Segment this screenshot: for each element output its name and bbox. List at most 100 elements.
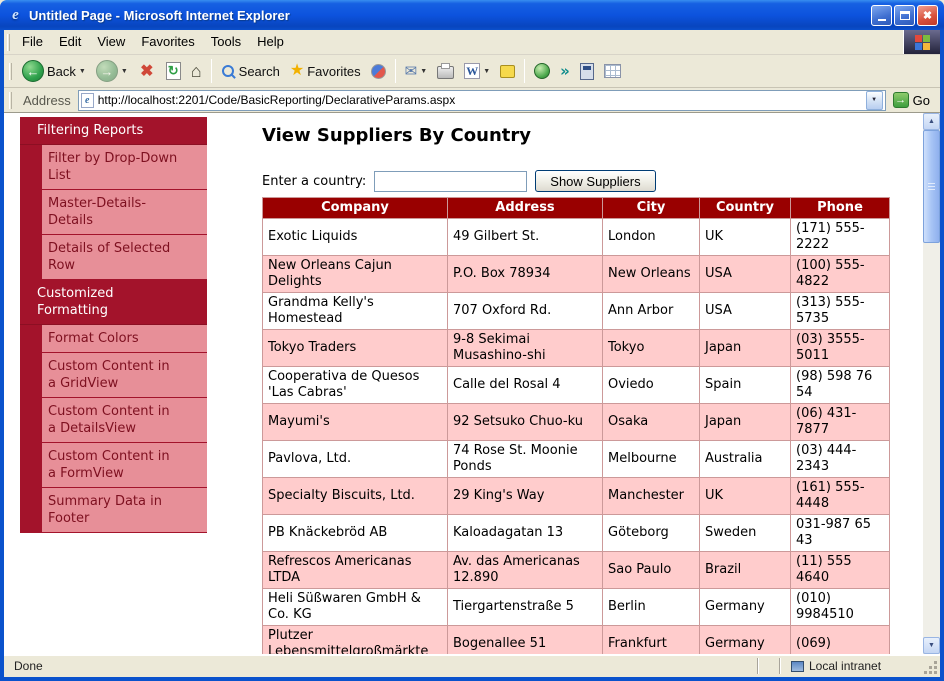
arrows-addon-button[interactable]: » bbox=[556, 62, 574, 81]
home-button[interactable]: ⌂ bbox=[187, 60, 206, 82]
table-row: Grandma Kelly's Homestead707 Oxford Rd.A… bbox=[263, 293, 890, 330]
table-cell: Bogenallee 51 bbox=[448, 626, 603, 655]
edit-button[interactable]: W ▼ bbox=[460, 61, 494, 81]
go-label: Go bbox=[913, 93, 930, 108]
sidebar-item[interactable]: Summary Data in Footer bbox=[20, 488, 207, 533]
minimize-button[interactable] bbox=[871, 5, 892, 26]
sidebar-item[interactable]: Details of Selected Row bbox=[20, 235, 207, 280]
stop-button[interactable]: ✖ bbox=[134, 59, 160, 83]
menu-item-help[interactable]: Help bbox=[249, 31, 292, 52]
country-input[interactable] bbox=[374, 171, 527, 192]
close-button[interactable]: ✖ bbox=[917, 5, 938, 26]
media-button[interactable] bbox=[367, 62, 390, 81]
mail-dropdown-icon[interactable]: ▼ bbox=[420, 68, 427, 75]
favorites-label: Favorites bbox=[307, 64, 360, 79]
go-button[interactable]: → Go bbox=[890, 92, 936, 108]
sidebar-item[interactable]: Format Colors bbox=[20, 325, 207, 353]
address-dropdown-button[interactable]: ▼ bbox=[866, 91, 883, 110]
sidebar-section-filtering-reports[interactable]: Filtering Reports bbox=[20, 117, 207, 145]
table-cell: 031-987 65 43 bbox=[791, 515, 890, 552]
window-body: FileEditViewFavoritesToolsHelp ← Back ▼ … bbox=[4, 30, 940, 677]
table-cell: Oviedo bbox=[603, 367, 700, 404]
table-cell: 49 Gilbert St. bbox=[448, 219, 603, 256]
table-row: Cooperativa de Quesos 'Las Cabras'Calle … bbox=[263, 367, 890, 404]
window-controls: ✖ bbox=[871, 5, 938, 26]
addressbar-grip[interactable] bbox=[9, 92, 12, 109]
table-cell: UK bbox=[700, 478, 791, 515]
table-row: PB Knäckebröd ABKaloadagatan 13GöteborgS… bbox=[263, 515, 890, 552]
discuss-button[interactable] bbox=[496, 63, 519, 80]
zone-label: Local intranet bbox=[809, 659, 881, 673]
back-button[interactable]: ← Back ▼ bbox=[18, 58, 90, 84]
forward-dropdown-icon[interactable]: ▼ bbox=[121, 68, 128, 75]
down-arrow-icon: ▼ bbox=[928, 642, 935, 649]
page-content: Filtering ReportsFilter by Drop-Down Lis… bbox=[4, 113, 940, 654]
suppliers-table: CompanyAddressCityCountryPhone Exotic Li… bbox=[262, 197, 890, 654]
table-cell: Specialty Biscuits, Ltd. bbox=[263, 478, 448, 515]
table-cell: Kaloadagatan 13 bbox=[448, 515, 603, 552]
column-header-country: Country bbox=[700, 198, 791, 219]
sidebar-item[interactable]: Filter by Drop-Down List bbox=[20, 145, 207, 190]
refresh-button[interactable] bbox=[162, 60, 185, 82]
address-input[interactable]: e http://localhost:2201/Code/BasicReport… bbox=[78, 90, 886, 111]
table-cell: P.O. Box 78934 bbox=[448, 256, 603, 293]
title-bar[interactable]: e Untitled Page - Microsoft Internet Exp… bbox=[0, 0, 944, 30]
status-bar: Done Local intranet bbox=[4, 654, 940, 677]
sidebar-item-label: Summary Data in Footer bbox=[42, 488, 207, 533]
menu-item-edit[interactable]: Edit bbox=[51, 31, 89, 52]
table-cell: Pavlova, Ltd. bbox=[263, 441, 448, 478]
forward-button[interactable]: → ▼ bbox=[92, 58, 132, 84]
menubar-grip[interactable] bbox=[7, 34, 10, 51]
maximize-button[interactable] bbox=[894, 5, 915, 26]
vertical-scrollbar[interactable]: ▲ ▼ bbox=[923, 113, 940, 654]
table-cell: Grandma Kelly's Homestead bbox=[263, 293, 448, 330]
table-cell: (03) 3555-5011 bbox=[791, 330, 890, 367]
table-cell: Germany bbox=[700, 626, 791, 655]
sidebar-item[interactable]: Custom Content in a DetailsView bbox=[20, 398, 207, 443]
search-button[interactable]: Search bbox=[217, 62, 284, 81]
window-title: Untitled Page - Microsoft Internet Explo… bbox=[29, 8, 290, 23]
scroll-up-button[interactable]: ▲ bbox=[923, 113, 940, 130]
resize-grip[interactable] bbox=[925, 662, 940, 677]
calculator-addon-button[interactable] bbox=[576, 61, 598, 82]
sidebar-item[interactable]: Custom Content in a FormView bbox=[20, 443, 207, 488]
mail-button[interactable]: ✉ ▼ bbox=[401, 62, 432, 81]
page-title: View Suppliers By Country bbox=[262, 125, 889, 146]
table-cell: (11) 555 4640 bbox=[791, 552, 890, 589]
print-button[interactable] bbox=[433, 61, 458, 81]
table-cell: Frankfurt bbox=[603, 626, 700, 655]
globe-addon-button[interactable] bbox=[530, 61, 554, 81]
show-suppliers-button[interactable]: Show Suppliers bbox=[535, 170, 655, 192]
menu-item-tools[interactable]: Tools bbox=[203, 31, 249, 52]
table-cell: Sweden bbox=[700, 515, 791, 552]
table-cell: Spain bbox=[700, 367, 791, 404]
favorites-button[interactable]: ★ Favorites bbox=[286, 61, 365, 81]
scrollbar-thumb[interactable] bbox=[923, 130, 940, 243]
table-cell: Australia bbox=[700, 441, 791, 478]
calculator-icon bbox=[580, 63, 594, 80]
menu-item-favorites[interactable]: Favorites bbox=[133, 31, 202, 52]
table-cell: Exotic Liquids bbox=[263, 219, 448, 256]
sidebar-section-customized-formatting[interactable]: Customized Formatting bbox=[20, 280, 207, 325]
scrollbar-track[interactable] bbox=[923, 243, 940, 637]
column-header-company: Company bbox=[263, 198, 448, 219]
menu-items: FileEditViewFavoritesToolsHelp bbox=[14, 33, 292, 51]
column-header-address: Address bbox=[448, 198, 603, 219]
table-cell: Berlin bbox=[603, 589, 700, 626]
back-dropdown-icon[interactable]: ▼ bbox=[79, 68, 86, 75]
table-cell: Göteborg bbox=[603, 515, 700, 552]
menu-item-file[interactable]: File bbox=[14, 31, 51, 52]
edit-dropdown-icon[interactable]: ▼ bbox=[483, 68, 490, 75]
toolbar-grip[interactable] bbox=[9, 63, 12, 80]
search-label: Search bbox=[239, 64, 280, 79]
sidebar-item[interactable]: Custom Content in a GridView bbox=[20, 353, 207, 398]
sidebar-item[interactable]: Master-Details-Details bbox=[20, 190, 207, 235]
table-cell: USA bbox=[700, 293, 791, 330]
address-url[interactable]: http://localhost:2201/Code/BasicReportin… bbox=[98, 93, 862, 107]
table-cell: Manchester bbox=[603, 478, 700, 515]
country-form: Enter a country: Show Suppliers bbox=[262, 170, 889, 192]
grid-addon-button[interactable] bbox=[600, 62, 625, 80]
table-cell: (069) bbox=[791, 626, 890, 655]
scroll-down-button[interactable]: ▼ bbox=[923, 637, 940, 654]
menu-item-view[interactable]: View bbox=[89, 31, 133, 52]
